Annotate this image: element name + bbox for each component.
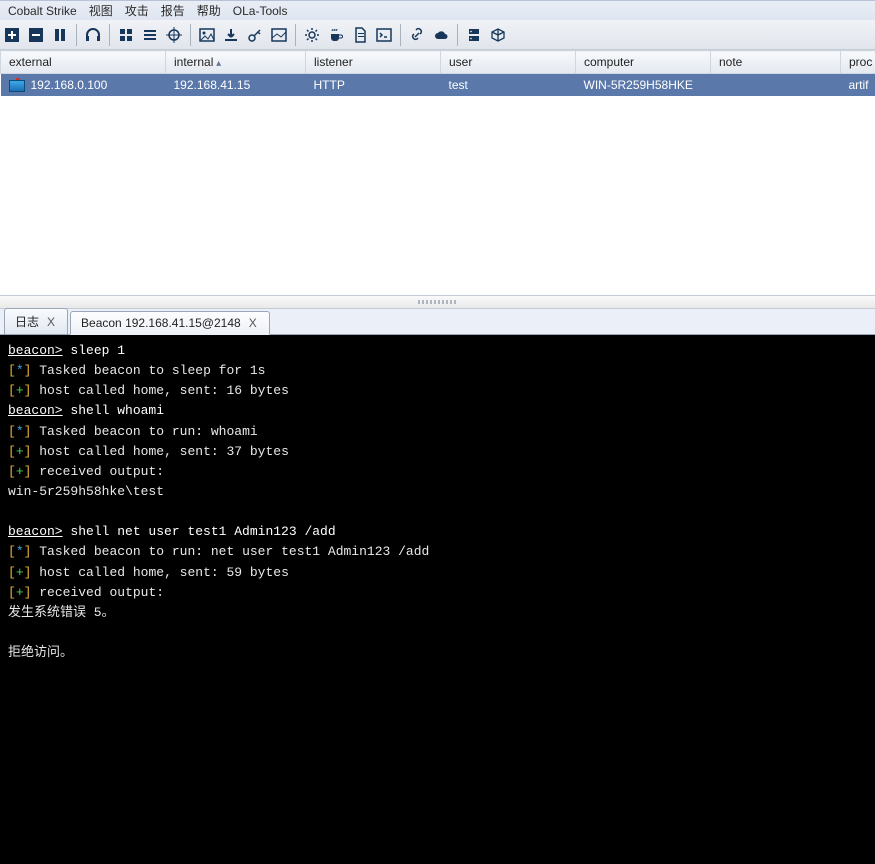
pause-icon[interactable]	[49, 24, 71, 46]
tab-beacon[interactable]: Beacon 192.168.41.15@2148 X	[70, 311, 270, 335]
server-icon[interactable]	[463, 24, 485, 46]
menu-item-cobalt-strike[interactable]: Cobalt Strike	[2, 2, 83, 20]
col-header-listener[interactable]: listener	[306, 51, 441, 74]
cloud-icon[interactable]	[430, 24, 452, 46]
grid-icon[interactable]	[115, 24, 137, 46]
document-icon[interactable]	[349, 24, 371, 46]
cell-computer: WIN-5R259H58HKE	[576, 74, 711, 97]
cell-external: 192.168.0.100	[31, 78, 108, 92]
plus-icon[interactable]	[1, 24, 23, 46]
sessions-table[interactable]: external internal listener user computer…	[0, 50, 875, 96]
console-tabbar: 日志 X Beacon 192.168.41.15@2148 X	[0, 309, 875, 335]
cell-proc: artif	[841, 74, 875, 97]
cell-internal: 192.168.41.15	[166, 74, 306, 97]
toolbar-separator	[76, 24, 77, 46]
key-icon[interactable]	[244, 24, 266, 46]
menu-item-view[interactable]: 视图	[83, 0, 119, 21]
menu-item-ola-tools[interactable]: OLa-Tools	[227, 2, 294, 20]
link-icon[interactable]	[406, 24, 428, 46]
picture-icon[interactable]	[268, 24, 290, 46]
col-header-computer[interactable]: computer	[576, 51, 711, 74]
tab-log[interactable]: 日志 X	[4, 308, 68, 334]
splitter-grip-icon	[418, 300, 458, 304]
menu-item-help[interactable]: 帮助	[191, 0, 227, 21]
list-icon[interactable]	[139, 24, 161, 46]
tab-label: 日志	[15, 313, 39, 330]
col-header-process[interactable]: proc	[841, 51, 875, 74]
table-row[interactable]: 192.168.0.100 192.168.41.15 HTTP test WI…	[1, 74, 875, 97]
download-icon[interactable]	[220, 24, 242, 46]
cube-icon[interactable]	[487, 24, 509, 46]
headphones-icon[interactable]	[82, 24, 104, 46]
session-icon	[9, 80, 25, 92]
menu-bar: Cobalt Strike 视图 攻击 报告 帮助 OLa-Tools	[0, 0, 875, 20]
gear-icon[interactable]	[301, 24, 323, 46]
menu-item-attack[interactable]: 攻击	[119, 0, 155, 21]
terminal-icon[interactable]	[373, 24, 395, 46]
tab-label: Beacon 192.168.41.15@2148	[81, 316, 241, 330]
col-header-internal[interactable]: internal	[166, 51, 306, 74]
menu-item-report[interactable]: 报告	[155, 0, 191, 21]
pane-splitter[interactable]	[0, 295, 875, 309]
toolbar-separator	[190, 24, 191, 46]
col-header-user[interactable]: user	[441, 51, 576, 74]
cell-note	[711, 74, 841, 97]
tab-close-button[interactable]: X	[45, 315, 57, 329]
toolbar-separator	[457, 24, 458, 46]
toolbar-separator	[400, 24, 401, 46]
toolbar-separator	[109, 24, 110, 46]
coffee-icon[interactable]	[325, 24, 347, 46]
sessions-table-wrap: external internal listener user computer…	[0, 50, 875, 295]
target-icon[interactable]	[163, 24, 185, 46]
col-header-note[interactable]: note	[711, 51, 841, 74]
image-icon[interactable]	[196, 24, 218, 46]
cell-user: test	[441, 74, 576, 97]
toolbar	[0, 20, 875, 50]
minus-icon[interactable]	[25, 24, 47, 46]
beacon-console[interactable]: beacon> sleep 1[*] Tasked beacon to slee…	[0, 335, 875, 864]
cell-listener: HTTP	[306, 74, 441, 97]
tab-close-button[interactable]: X	[247, 316, 259, 330]
col-header-external[interactable]: external	[1, 51, 166, 74]
toolbar-separator	[295, 24, 296, 46]
